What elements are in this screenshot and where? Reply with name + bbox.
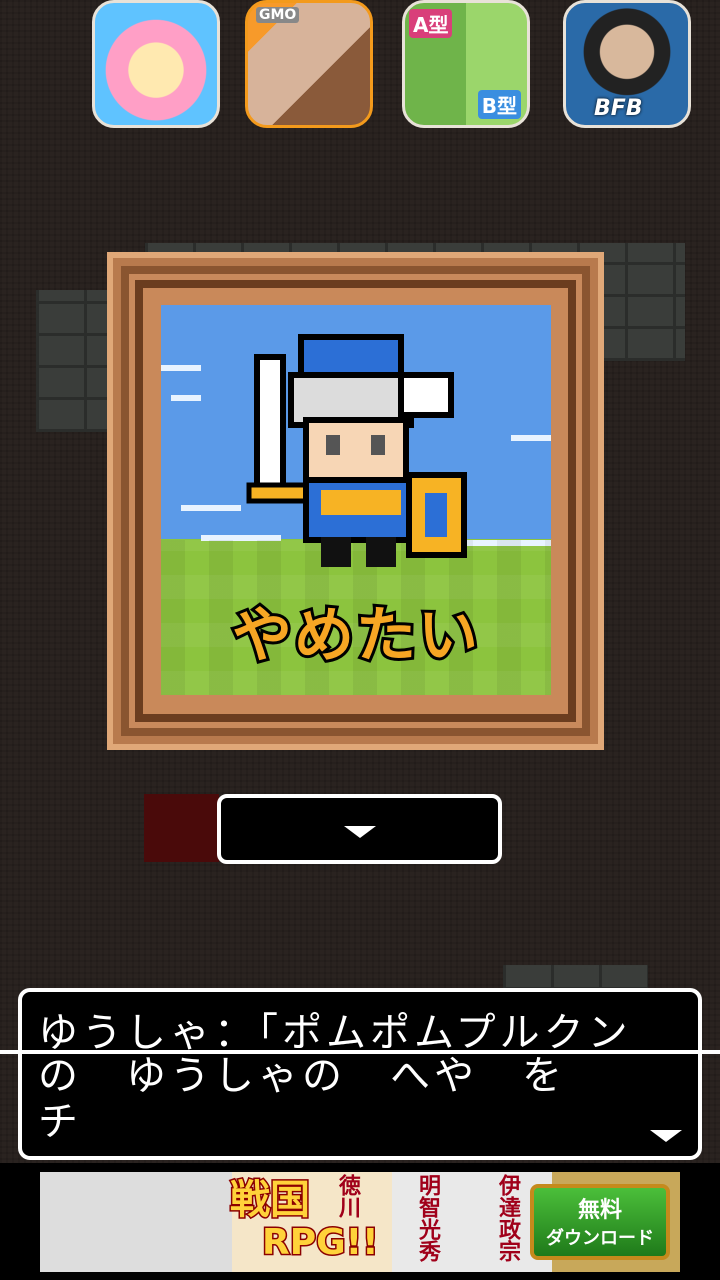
ad-icon-label-a: A型 bbox=[409, 9, 453, 38]
ad-icon-label: GMO bbox=[256, 7, 300, 23]
download-line-1: 無料 bbox=[577, 1198, 622, 1223]
ad-app-icon-3[interactable]: A型 B型 bbox=[402, 0, 530, 128]
dialog-line-3: チ bbox=[38, 1099, 82, 1145]
banner-name-3: 伊達政宗 bbox=[495, 1174, 521, 1262]
ad-app-icon-1[interactable] bbox=[92, 0, 220, 128]
banner-subtitle: RPG!! bbox=[261, 1221, 380, 1265]
banner-name-2: 明智光秀 bbox=[415, 1174, 441, 1262]
ad-app-icon-2[interactable]: GMO bbox=[245, 0, 373, 128]
down-arrow-icon bbox=[343, 826, 376, 838]
download-line-2: ダウンロード bbox=[546, 1228, 654, 1249]
banner-ad[interactable]: 戦国 RPG!! 徳川 明智光秀 伊達政宗 無料 ダウンロード bbox=[40, 1172, 680, 1272]
ad-icon-label-b: B型 bbox=[477, 90, 521, 119]
dark-red-block bbox=[144, 794, 219, 862]
picture-scene: やめたい bbox=[161, 305, 551, 695]
next-button[interactable] bbox=[217, 794, 502, 864]
banner-title: 戦国 bbox=[229, 1177, 312, 1224]
ad-app-icon-4[interactable]: BFB bbox=[563, 0, 691, 128]
picture-title: やめたい bbox=[229, 598, 481, 674]
stone-wall bbox=[503, 965, 648, 990]
dialog-advance-arrow-icon bbox=[650, 1130, 682, 1142]
banner-name-1: 徳川 bbox=[335, 1174, 361, 1218]
ad-icon-label: BFB bbox=[594, 96, 643, 121]
stone-wall bbox=[36, 290, 110, 432]
download-button[interactable]: 無料 ダウンロード bbox=[530, 1184, 670, 1260]
dialog-line-2: の ゆうしゃの へや を bbox=[38, 1053, 566, 1099]
